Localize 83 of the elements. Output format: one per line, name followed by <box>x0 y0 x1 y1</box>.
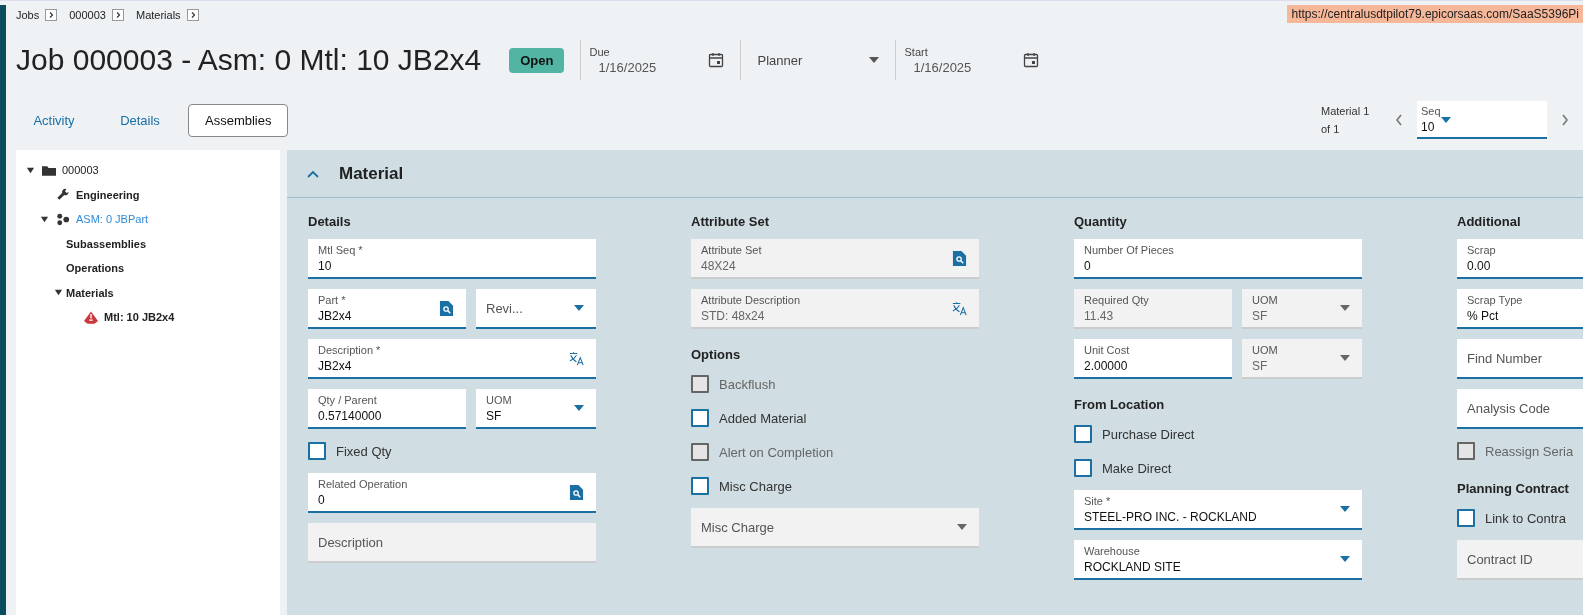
calendar-icon[interactable] <box>708 52 725 68</box>
checkbox-label: Backflush <box>719 376 776 392</box>
caret-down-icon[interactable] <box>574 405 584 411</box>
material-icon <box>84 310 98 324</box>
panel-title: Material <box>339 163 404 184</box>
section-heading: Options <box>691 346 742 364</box>
wrench-icon <box>56 188 70 202</box>
chevron-right-icon[interactable] <box>186 9 199 21</box>
caret-down-icon[interactable] <box>1340 556 1350 562</box>
chevron-left-icon[interactable] <box>1395 113 1403 127</box>
folder-icon <box>42 163 56 177</box>
url-tooltip: https://centralusdtpilot79.epicorsaas.com/SaaS5396Pi <box>1287 5 1583 23</box>
chevron-right-icon[interactable] <box>111 9 124 21</box>
tree-item[interactable]: Subassemblies <box>66 237 147 250</box>
caret-down-icon[interactable] <box>53 288 63 298</box>
input-field[interactable]: Unit Cost 2.00000 <box>1074 339 1232 379</box>
dropdown-field[interactable]: UOM SF <box>476 389 596 429</box>
input-field[interactable]: Mtl Seq * 10 <box>308 239 596 279</box>
chevron-right-icon[interactable] <box>1561 113 1569 127</box>
checkbox-label: Misc Charge <box>719 478 792 494</box>
checkbox[interactable] <box>308 442 326 460</box>
checkbox-label: Fixed Qty <box>336 443 392 459</box>
checkbox[interactable] <box>691 477 709 495</box>
status-badge: Open <box>509 47 565 73</box>
section-heading: Additional <box>1457 213 1522 231</box>
section-heading: Planning Contract <box>1457 480 1570 498</box>
tab[interactable]: Assemblies <box>188 103 289 137</box>
checkbox[interactable] <box>1457 509 1475 527</box>
tree-item[interactable]: Mtl: 10 JB2x4 <box>104 311 175 324</box>
checkbox-label: Reassign Seria <box>1485 443 1574 459</box>
search-icon[interactable] <box>439 300 454 316</box>
checkbox[interactable] <box>691 409 709 427</box>
input-field[interactable]: Find Number <box>1457 339 1583 379</box>
breadcrumb-link[interactable]: Materials <box>135 9 181 21</box>
caret-down-icon[interactable] <box>25 165 35 175</box>
checkbox-label: Link to Contra <box>1485 510 1566 526</box>
section-heading: Quantity <box>1074 213 1128 231</box>
date-field[interactable]: Start 1/16/2025 <box>904 45 1048 75</box>
tree-item[interactable]: Materials <box>66 286 114 299</box>
input-field[interactable]: Scrap Type % Pct <box>1457 289 1583 329</box>
checkbox[interactable] <box>1074 459 1092 477</box>
caret-down-icon[interactable] <box>1440 116 1451 123</box>
tree-item[interactable]: Engineering <box>76 188 140 201</box>
caret-down-icon[interactable] <box>574 305 584 311</box>
checkbox-label: Alert on Completion <box>719 444 834 460</box>
chevron-up-icon[interactable] <box>307 169 319 178</box>
section-heading: Details <box>308 213 352 231</box>
record-position: Material 1 of 1 <box>1321 104 1371 137</box>
nodes-icon <box>56 212 70 226</box>
breadcrumb-link[interactable]: Jobs <box>16 9 40 21</box>
caret-down-icon[interactable] <box>869 57 880 63</box>
planner-dropdown[interactable]: Planner <box>749 52 888 68</box>
input-field[interactable]: Number Of Pieces 0 <box>1074 239 1362 279</box>
caret-down-icon[interactable] <box>39 214 49 224</box>
input-field[interactable]: Part * JB2x4 <box>308 289 466 329</box>
checkbox[interactable] <box>1074 425 1092 443</box>
input-field[interactable]: Related Operation 0 <box>308 473 596 513</box>
tab[interactable]: Details <box>102 103 178 137</box>
caret-down-icon[interactable] <box>1340 506 1350 512</box>
search-icon[interactable] <box>569 484 584 500</box>
tab[interactable]: Activity <box>16 103 92 137</box>
tree-item[interactable]: 000003 <box>62 164 99 177</box>
dropdown-field[interactable]: Warehouse ROCKLAND SITE <box>1074 540 1362 580</box>
checkbox-label: Make Direct <box>1102 460 1172 476</box>
page-title: Job 000003 - Asm: 0 Mtl: 10 JB2x4 <box>16 43 482 77</box>
dropdown-field[interactable]: Site * STEEL-PRO INC. - ROCKLAND <box>1074 490 1362 530</box>
calendar-icon[interactable] <box>1023 52 1040 68</box>
date-field[interactable]: Due 1/16/2025 <box>589 45 733 75</box>
section-heading: From Location <box>1074 396 1166 414</box>
input-field[interactable]: Description * JB2x4 <box>308 339 596 379</box>
chevron-right-icon[interactable] <box>45 9 58 21</box>
checkbox-label: Added Material <box>719 410 807 426</box>
section-heading: Attribute Set <box>691 213 770 231</box>
translate-icon[interactable] <box>569 350 584 366</box>
breadcrumb-link[interactable]: 000003 <box>69 9 106 21</box>
dropdown-field[interactable]: Revi... <box>476 289 596 329</box>
tree-item[interactable]: ASM: 0 JBPart <box>76 213 149 226</box>
seq-dropdown[interactable]: Seq 10 <box>1417 101 1547 139</box>
input-field[interactable]: Scrap 0.00 <box>1457 239 1583 279</box>
checkbox-label: Purchase Direct <box>1102 426 1195 442</box>
tree-item[interactable]: Operations <box>66 262 125 275</box>
input-field[interactable]: Analysis Code <box>1457 389 1583 429</box>
input-field[interactable]: Qty / Parent 0.57140000 <box>308 389 466 429</box>
